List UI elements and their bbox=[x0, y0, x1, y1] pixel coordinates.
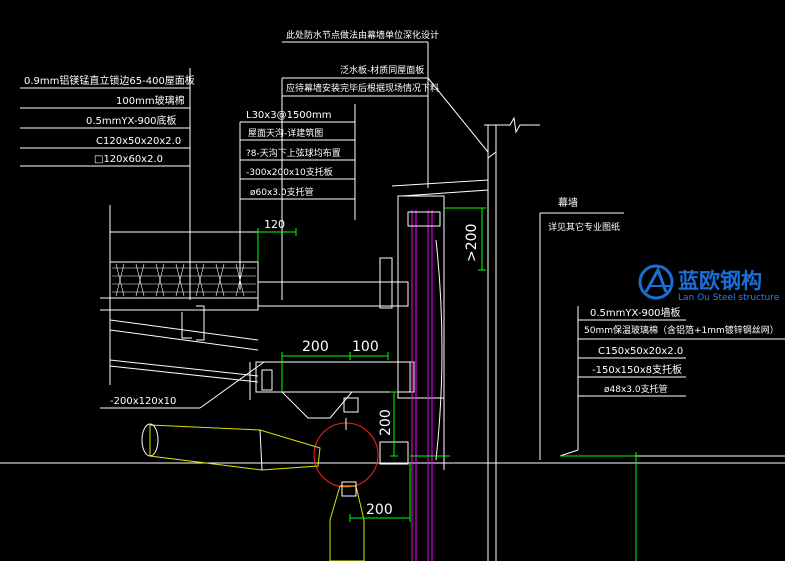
left-callout-2: 0.5mmYX-900底板 bbox=[86, 114, 177, 127]
flashing-note-2: 应待幕墙安装完毕后根据现场情况下料 bbox=[286, 82, 439, 94]
dimension-lower-vertical: 200 bbox=[378, 391, 398, 457]
dim-200-vert-lower-text: 200 bbox=[378, 409, 394, 436]
right-callout-3: -150x150x8支托板 bbox=[592, 363, 682, 376]
plate-label-text: -200x120x10 bbox=[110, 396, 176, 407]
logo-name-en: Lan Ou Steel structure bbox=[678, 293, 780, 303]
dimension-120: 120 bbox=[257, 218, 297, 262]
left-callout-0: 0.9mm铝镁锰直立锁边65-400屋面板 bbox=[24, 74, 195, 87]
mid-callout-4: ø60x3.0支托管 bbox=[250, 186, 314, 198]
company-logo: 蓝欧钢构 Lan Ou Steel structure bbox=[638, 264, 780, 303]
left-callout-1: 100mm玻璃棉 bbox=[116, 94, 185, 107]
mid-callout-1: 屋面天沟-详建筑图 bbox=[248, 127, 323, 139]
flashing-note-1: 泛水板-材质同屋面板 bbox=[340, 64, 424, 76]
curtain-wall-note: 详见其它专业图纸 bbox=[548, 221, 620, 233]
dim-200-bottom-text: 200 bbox=[366, 502, 393, 518]
dim-120-text: 120 bbox=[264, 218, 285, 231]
mid-callout-3: -300x200x10支托板 bbox=[246, 166, 333, 178]
right-callout-4: ø48x3.0支托管 bbox=[604, 383, 668, 395]
left-callouts: 0.9mm铝镁锰直立锁边65-400屋面板 100mm玻璃棉 0.5mmYX-9… bbox=[20, 68, 195, 300]
left-callout-3: C120x50x20x2.0 bbox=[96, 136, 181, 147]
mid-callout-2: ?8-天沟下上弦球均布置 bbox=[246, 147, 341, 159]
mid-callout-0: L30x3@1500mm bbox=[246, 110, 332, 121]
right-callout-1: 50mm保温玻璃棉（含铝箔+1mm镀锌钢丝网） bbox=[584, 324, 779, 336]
vertical-tube bbox=[329, 481, 365, 561]
logo-name-cn: 蓝欧钢构 bbox=[678, 269, 762, 293]
dim-200-left-text: 200 bbox=[302, 339, 329, 355]
cad-drawing-canvas: 此处防水节点做法由幕墙单位深化设计 泛水板-材质同屋面板 应待幕墙安装完毕后根据… bbox=[0, 29, 785, 561]
dimension-upper-vertical: >200 bbox=[444, 207, 486, 271]
dim-200-vert-upper-text: >200 bbox=[464, 224, 480, 262]
dimension-200-100: 200 100 bbox=[281, 339, 389, 392]
top-note: 此处防水节点做法由幕墙单位深化设计 bbox=[282, 29, 439, 188]
gutter-supports bbox=[249, 179, 489, 470]
curtain-wall-title: 幕墙 bbox=[558, 196, 578, 209]
top-note-text: 此处防水节点做法由幕墙单位深化设计 bbox=[286, 29, 439, 41]
logo-mark-icon bbox=[638, 264, 674, 300]
wall-insulation bbox=[407, 210, 443, 561]
plate-label: -200x120x10 bbox=[100, 361, 265, 409]
support-node bbox=[280, 391, 409, 488]
roof-panel bbox=[100, 205, 259, 385]
right-callouts: 0.5mmYX-900墙板 50mm保温玻璃棉（含铝箔+1mm镀锌钢丝网） C1… bbox=[559, 306, 785, 457]
right-callout-2: C150x50x20x2.0 bbox=[598, 346, 683, 357]
right-callout-0: 0.5mmYX-900墙板 bbox=[590, 306, 681, 319]
dim-100-text: 100 bbox=[352, 339, 379, 355]
curtain-wall-frame bbox=[484, 116, 540, 561]
left-callout-4: □120x60x2.0 bbox=[94, 154, 163, 165]
dimension-bottom-200: 200 bbox=[349, 464, 411, 522]
